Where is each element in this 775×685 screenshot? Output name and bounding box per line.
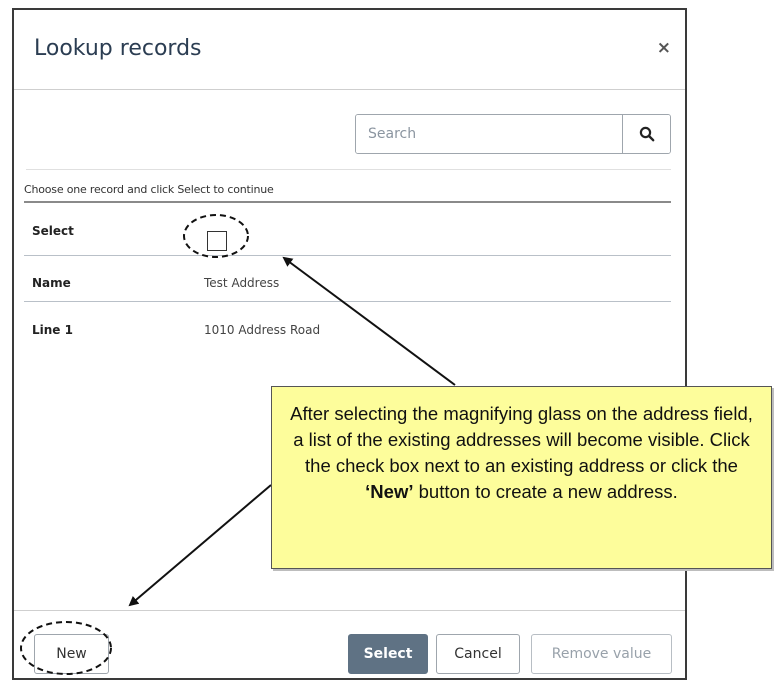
row-label: Line 1 bbox=[32, 323, 73, 337]
table-top-divider bbox=[24, 201, 671, 203]
row-divider bbox=[24, 255, 671, 256]
new-button[interactable]: New bbox=[34, 634, 109, 674]
lookup-records-dialog: Lookup records × Choose one record and c… bbox=[12, 8, 687, 680]
close-icon[interactable]: × bbox=[657, 38, 671, 58]
search-icon bbox=[639, 126, 654, 142]
instruction-callout: After selecting the magnifying glass on … bbox=[271, 386, 772, 569]
search-box bbox=[355, 114, 671, 154]
instruction-text: Choose one record and click Select to co… bbox=[24, 183, 274, 196]
callout-text-end: button to create a new address. bbox=[413, 481, 678, 502]
search-divider bbox=[26, 169, 671, 170]
cancel-button[interactable]: Cancel bbox=[436, 634, 520, 674]
callout-bold-text: ‘New’ bbox=[365, 481, 414, 502]
search-input[interactable] bbox=[356, 115, 622, 153]
record-row-name: Name Test Address bbox=[24, 261, 671, 305]
row-value: 1010 Address Road bbox=[204, 323, 321, 337]
footer-divider bbox=[14, 610, 685, 611]
remove-value-button[interactable]: Remove value bbox=[531, 634, 672, 674]
select-button[interactable]: Select bbox=[348, 634, 428, 674]
row-label: Select bbox=[32, 224, 74, 238]
row-label: Name bbox=[32, 276, 71, 290]
dialog-title: Lookup records bbox=[34, 36, 202, 61]
record-row-line1: Line 1 1010 Address Road bbox=[24, 308, 671, 352]
header-divider bbox=[14, 89, 685, 90]
row-divider bbox=[24, 301, 671, 302]
callout-text: After selecting the magnifying glass on … bbox=[290, 403, 753, 476]
search-button[interactable] bbox=[622, 115, 670, 153]
row-value: Test Address bbox=[204, 276, 280, 290]
record-row-select: Select bbox=[24, 209, 671, 253]
record-select-checkbox[interactable] bbox=[207, 231, 227, 251]
